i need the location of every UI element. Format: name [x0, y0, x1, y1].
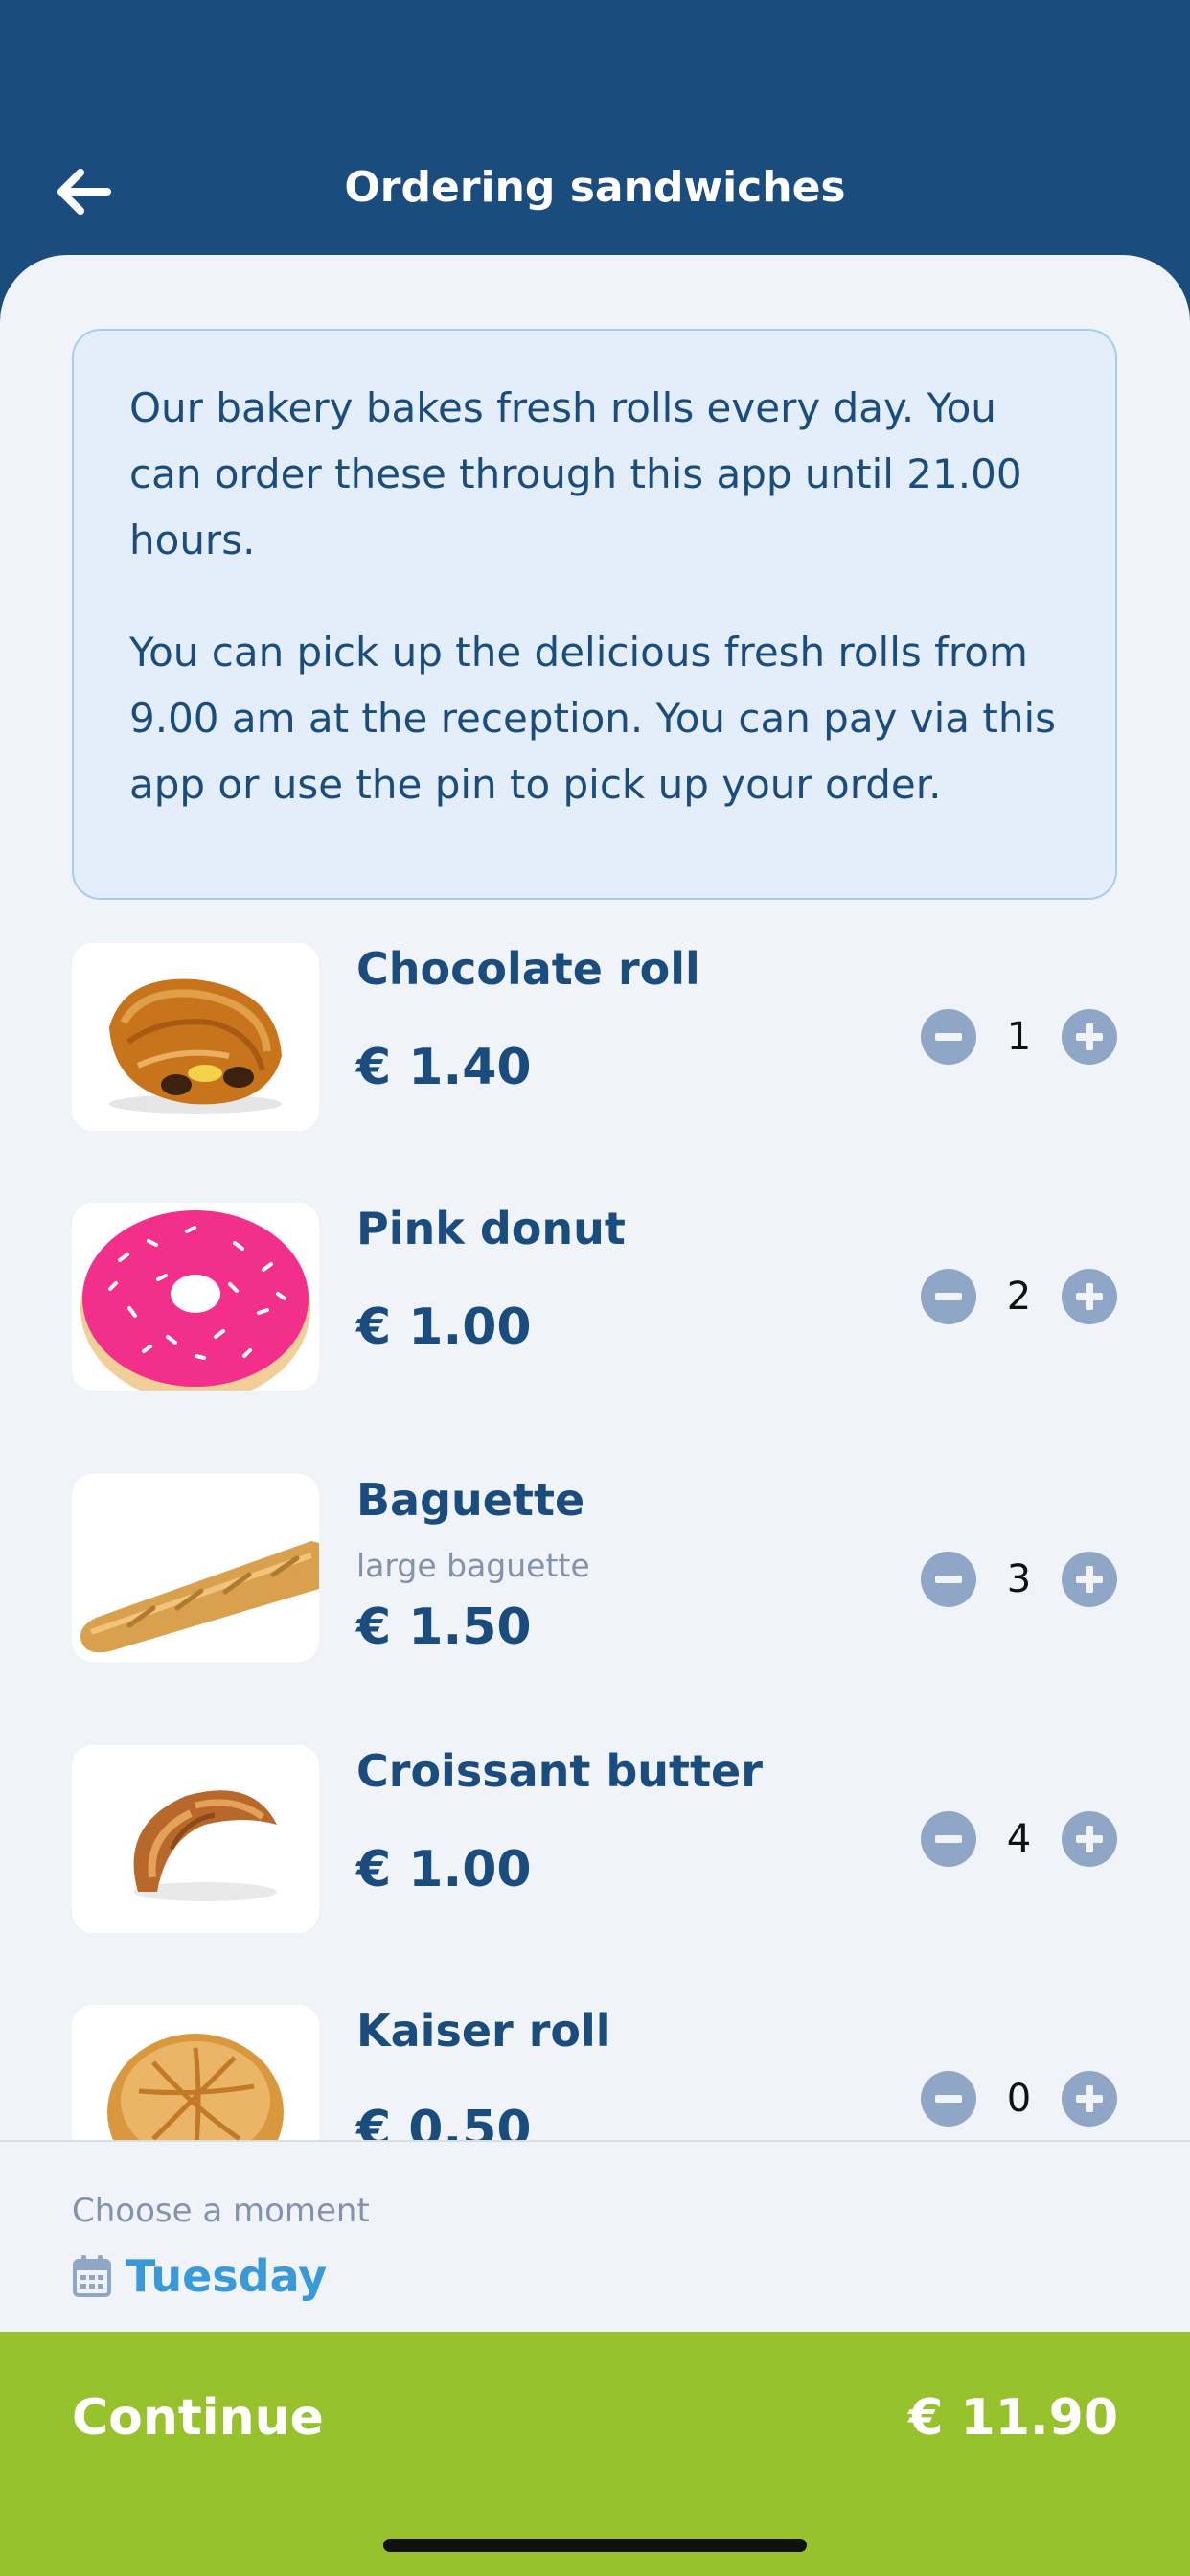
continue-button[interactable]: Continue € 11.90: [0, 2332, 1190, 2576]
quantity-stepper: 2: [921, 1268, 1117, 1325]
pink-donut-image: [80, 1210, 310, 1391]
product-price: € 1.00: [356, 1841, 532, 1898]
checkout-footer: Choose a moment Tuesday Continue € 11.90: [0, 2140, 1190, 2576]
product-item: Baguette large baguette € 1.50 3: [72, 1474, 1117, 1704]
increase-quantity-button[interactable]: [1062, 2071, 1117, 2127]
baguette-image: [80, 1541, 319, 1653]
decrease-quantity-button[interactable]: [921, 1811, 976, 1867]
product-price: € 0.50: [356, 2101, 532, 2140]
product-item: Pink donut € 1.00 2: [72, 1203, 1117, 1391]
quantity-value: 3: [1006, 1557, 1032, 1601]
product-price: € 1.00: [356, 1299, 532, 1356]
moment-select[interactable]: Tuesday: [72, 2247, 327, 2305]
continue-label: Continue: [72, 2389, 324, 2447]
increase-quantity-button[interactable]: [1062, 1009, 1117, 1065]
quantity-stepper: 1: [921, 1008, 1117, 1066]
product-description: large baguette: [356, 1547, 590, 1584]
app-header: Ordering sandwiches: [0, 0, 1190, 288]
quantity-value: 4: [1006, 1817, 1032, 1861]
product-item: Croissant butter € 1.00 4: [72, 1745, 1117, 1933]
croissant-image: [133, 1790, 277, 1901]
product-item: Kaiser roll € 0.50 0: [72, 2005, 1117, 2140]
increase-quantity-button[interactable]: [1062, 1269, 1117, 1324]
decrease-quantity-button[interactable]: [921, 1269, 976, 1324]
quantity-value: 2: [1006, 1275, 1032, 1319]
product-list[interactable]: Chocolate roll € 1.40 1 Pink donut € 1.0…: [0, 255, 1190, 2140]
increase-quantity-button[interactable]: [1062, 1552, 1117, 1607]
product-image: [72, 943, 319, 1131]
product-name: Baguette: [356, 1474, 585, 1526]
quantity-stepper: 3: [921, 1551, 1117, 1608]
product-name: Pink donut: [356, 1203, 626, 1254]
content-sheet: Our bakery bakes fresh rolls every day. …: [0, 255, 1190, 2576]
product-item: Chocolate roll € 1.40 1: [72, 943, 1117, 1131]
increase-quantity-button[interactable]: [1062, 1811, 1117, 1867]
product-image: [72, 1203, 319, 1391]
order-total: € 11.90: [908, 2389, 1118, 2447]
calendar-icon: [73, 2255, 111, 2297]
quantity-stepper: 0: [921, 2070, 1117, 2128]
moment-value: Tuesday: [126, 2250, 328, 2302]
quantity-stepper: 4: [921, 1810, 1117, 1868]
decrease-quantity-button[interactable]: [921, 1009, 976, 1065]
product-price: € 1.40: [356, 1039, 532, 1096]
product-image: [72, 1745, 319, 1933]
decrease-quantity-button[interactable]: [921, 2071, 976, 2127]
moment-label: Choose a moment: [72, 2192, 370, 2230]
quantity-value: 1: [1006, 1015, 1032, 1059]
product-name: Kaiser roll: [356, 2005, 611, 2057]
kaiser-roll-image: [107, 2034, 284, 2140]
chocolate-roll-image: [109, 978, 282, 1114]
page-title: Ordering sandwiches: [344, 163, 846, 212]
product-name: Croissant butter: [356, 1745, 763, 1797]
moment-picker: Choose a moment Tuesday: [0, 2140, 1190, 2332]
product-name: Chocolate roll: [356, 943, 700, 995]
product-price: € 1.50: [356, 1598, 532, 1656]
product-image: [72, 1474, 319, 1662]
product-image: [72, 2005, 319, 2140]
quantity-value: 0: [1006, 2077, 1032, 2121]
home-indicator: [383, 2539, 807, 2552]
decrease-quantity-button[interactable]: [921, 1552, 976, 1607]
